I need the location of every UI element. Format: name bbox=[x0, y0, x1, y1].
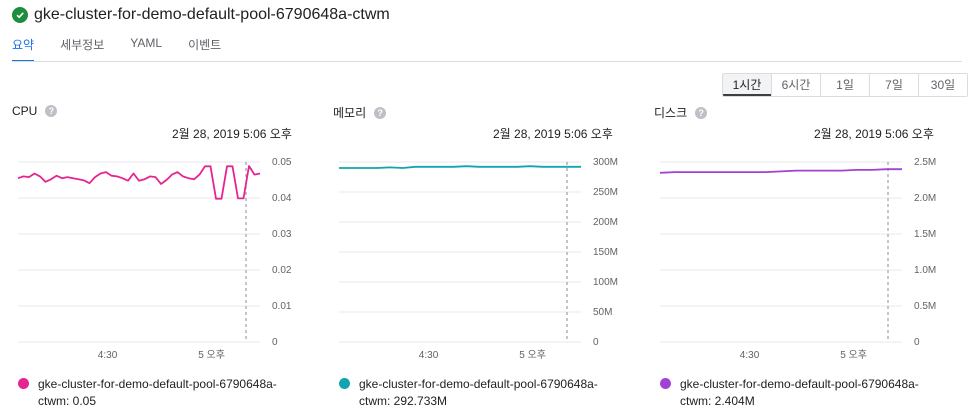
series-line bbox=[659, 168, 902, 174]
panel-title-text: 메모리 bbox=[333, 106, 367, 120]
cpu-legend: gke-cluster-for-demo-default-pool-679064… bbox=[18, 376, 308, 410]
cpu-panel-title: CPU ? bbox=[12, 104, 58, 118]
x-tick-label: 5 오후 bbox=[519, 349, 546, 361]
legend-dot bbox=[660, 378, 671, 389]
range-30d-button[interactable]: 30일 bbox=[919, 74, 967, 96]
panel-timestamp: 2월 28, 2019 5:06 오후 bbox=[172, 127, 292, 141]
memory-chart[interactable]: 0 50M 100M 150M 200M 250M 300M 4:30 5 오후 bbox=[333, 152, 633, 367]
x-tick-label: 4:30 bbox=[419, 350, 439, 361]
disk-chart[interactable]: 0 0.5M 1.0M 1.5M 2.0M 2.5M 4:30 5 오후 bbox=[654, 152, 954, 367]
legend-dot bbox=[18, 378, 29, 389]
legend-text: gke-cluster-for-demo-default-pool-679064… bbox=[359, 377, 598, 408]
y-tick-label: 0.01 bbox=[272, 301, 292, 312]
disk-panel-title: 디스크 ? bbox=[654, 104, 708, 121]
legend-text: gke-cluster-for-demo-default-pool-679064… bbox=[680, 377, 919, 408]
series-line bbox=[17, 165, 261, 200]
tab-summary[interactable]: 요약 bbox=[12, 36, 35, 62]
y-tick-label: 0.5M bbox=[914, 301, 936, 312]
tab-bar: 요약 세부정보 YAML 이벤트 bbox=[12, 36, 247, 62]
y-tick-label: 100M bbox=[593, 277, 618, 288]
panel-timestamp: 2월 28, 2019 5:06 오후 bbox=[493, 127, 613, 141]
range-7d-button[interactable]: 7일 bbox=[870, 74, 919, 96]
check-circle-icon bbox=[12, 7, 28, 23]
y-tick-label: 0.03 bbox=[272, 229, 292, 240]
legend-text: gke-cluster-for-demo-default-pool-679064… bbox=[38, 377, 277, 408]
help-icon[interactable]: ? bbox=[695, 106, 708, 119]
memory-panel: 메모리 ? 2월 28, 2019 5:06 오후 0 50M 100M 150M 20… bbox=[333, 104, 643, 414]
panel-title-text: CPU bbox=[12, 104, 38, 118]
legend-dot bbox=[339, 378, 350, 389]
range-1h-button[interactable]: 1시간 bbox=[723, 74, 772, 96]
y-tick-label: 200M bbox=[593, 217, 618, 228]
y-tick-label: 2.5M bbox=[914, 157, 936, 168]
time-range-selector: 1시간 6시간 1일 7일 30일 bbox=[722, 73, 968, 97]
y-tick-label: 0 bbox=[914, 337, 920, 348]
x-tick-label: 4:30 bbox=[740, 350, 760, 361]
disk-panel: 디스크 ? 2월 28, 2019 5:06 오후 0 0.5M 1.0M 1.5M 2… bbox=[654, 104, 964, 414]
y-tick-label: 2.0M bbox=[914, 193, 936, 204]
disk-legend: gke-cluster-for-demo-default-pool-679064… bbox=[660, 376, 950, 410]
y-tick-label: 1.0M bbox=[914, 265, 936, 276]
y-tick-label: 1.5M bbox=[914, 229, 936, 240]
help-icon[interactable]: ? bbox=[45, 105, 58, 117]
memory-legend: gke-cluster-for-demo-default-pool-679064… bbox=[339, 376, 629, 410]
series-line bbox=[339, 165, 581, 169]
panel-title-text: 디스크 bbox=[654, 106, 688, 120]
x-tick-label: 5 오후 bbox=[198, 349, 225, 361]
tab-yaml[interactable]: YAML bbox=[130, 36, 162, 62]
memory-panel-title: 메모리 ? bbox=[333, 104, 387, 121]
cpu-chart[interactable]: 0 0.01 0.02 0.03 0.04 0.05 4:30 5 오후 bbox=[12, 152, 312, 367]
page-title: gke-cluster-for-demo-default-pool-679064… bbox=[34, 6, 390, 23]
tabs-divider bbox=[12, 61, 962, 62]
y-tick-label: 0 bbox=[593, 337, 599, 348]
y-tick-label: 250M bbox=[593, 187, 618, 198]
y-tick-label: 0.02 bbox=[272, 265, 292, 276]
y-tick-label: 150M bbox=[593, 247, 618, 258]
help-icon[interactable]: ? bbox=[374, 106, 387, 119]
cpu-panel: CPU ? 2월 28, 2019 5:06 오후 0 0.01 0.02 0.03 0… bbox=[12, 104, 322, 414]
y-tick-label: 0 bbox=[272, 337, 278, 348]
x-tick-label: 4:30 bbox=[98, 350, 118, 361]
panel-timestamp: 2월 28, 2019 5:06 오후 bbox=[814, 127, 934, 141]
y-tick-label: 50M bbox=[593, 307, 612, 318]
range-1d-button[interactable]: 1일 bbox=[821, 74, 870, 96]
range-6h-button[interactable]: 6시간 bbox=[772, 74, 821, 96]
y-tick-label: 300M bbox=[593, 157, 618, 168]
tab-details[interactable]: 세부정보 bbox=[60, 36, 104, 62]
page-header: gke-cluster-for-demo-default-pool-679064… bbox=[12, 6, 390, 24]
x-tick-label: 5 오후 bbox=[840, 349, 867, 361]
y-tick-label: 0.05 bbox=[272, 157, 292, 168]
tab-events[interactable]: 이벤트 bbox=[188, 36, 221, 62]
y-tick-label: 0.04 bbox=[272, 193, 292, 204]
